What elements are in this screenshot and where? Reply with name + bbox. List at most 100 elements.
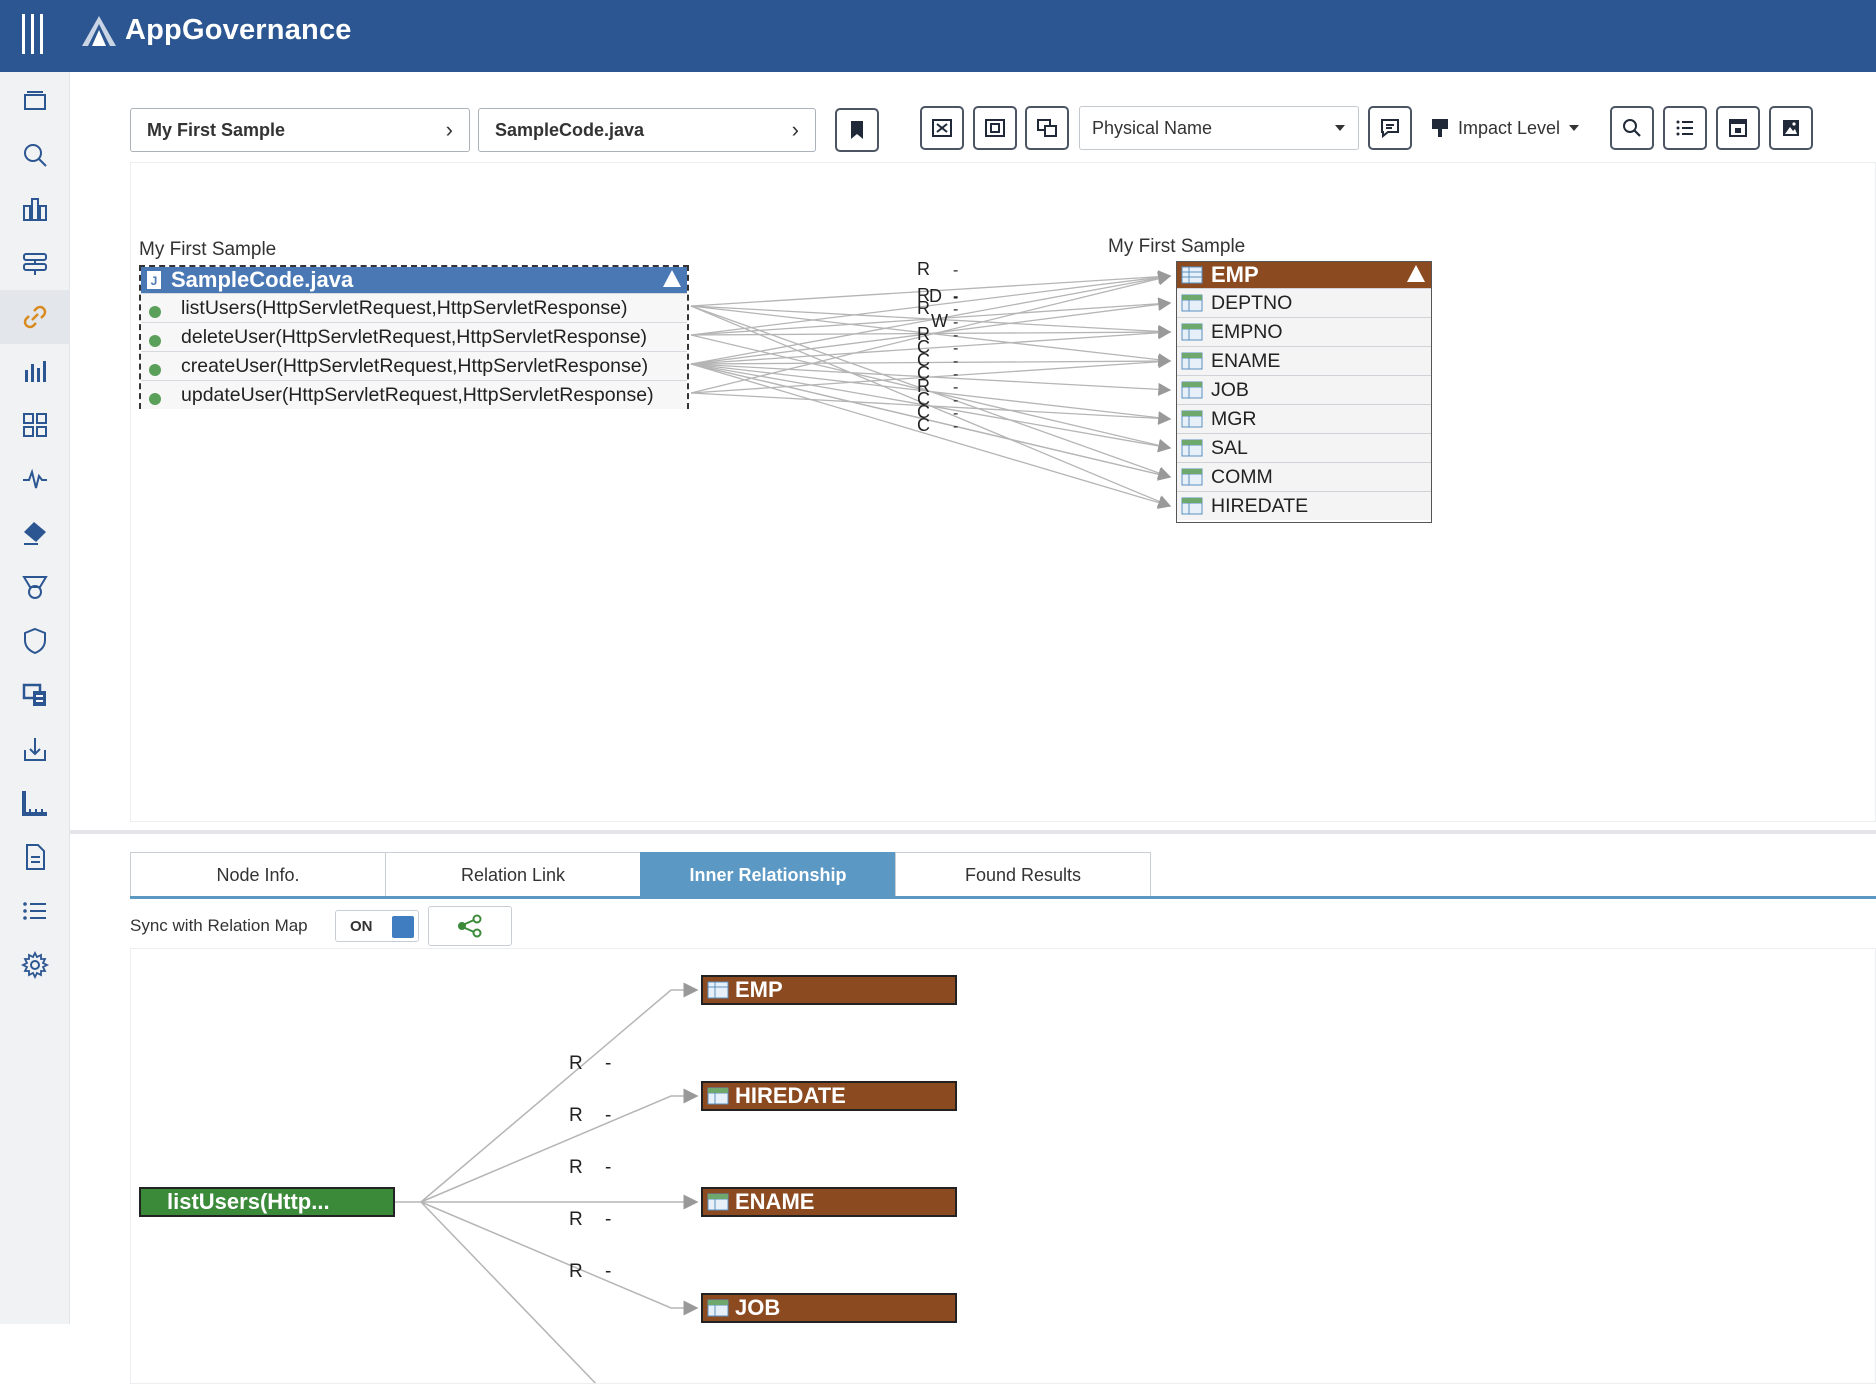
method-row-listusers[interactable]: listUsers(HttpServletRequest,HttpServlet…	[141, 293, 687, 322]
java-node-header[interactable]: J SampleCode.java	[141, 267, 687, 293]
breadcrumb-project[interactable]: My First Sample ›	[130, 108, 470, 152]
inner-link-line[interactable]	[420, 982, 699, 1203]
column-row[interactable]: EMPNO	[1177, 317, 1431, 346]
fit-view-button[interactable]	[920, 106, 964, 150]
breadcrumb-project-label: My First Sample	[147, 119, 286, 140]
impact-level-dropdown[interactable]: Impact Level	[1430, 106, 1580, 150]
column-row[interactable]: HIREDATE	[1177, 491, 1431, 520]
relation-link-line[interactable]	[690, 363, 1172, 425]
comment-button[interactable]	[1368, 106, 1412, 150]
relation-link-line[interactable]	[690, 305, 1172, 508]
method-dot-icon	[149, 335, 161, 347]
relation-link-line[interactable]	[690, 297, 1172, 336]
inner-link-line[interactable]	[420, 1088, 699, 1203]
relation-link-line[interactable]	[690, 305, 1172, 480]
tab-label: Found Results	[964, 864, 1082, 885]
sidebar-item-chart[interactable]	[0, 344, 70, 398]
inner-relationship-canvas[interactable]: listUsers(Http... EMP HIREDATE ENAME JOB…	[130, 948, 1876, 1384]
relation-link-line[interactable]	[690, 363, 1172, 396]
sidebar-item-medal[interactable]	[0, 560, 70, 614]
target-node-emp[interactable]: EMP	[701, 975, 957, 1005]
sync-toggle[interactable]: ON	[335, 910, 419, 942]
relation-link-line[interactable]	[690, 363, 1172, 509]
relation-link-line[interactable]	[690, 271, 1172, 365]
column-icon	[1181, 381, 1203, 399]
relation-link-line[interactable]	[690, 363, 1172, 481]
column-row[interactable]: SAL	[1177, 433, 1431, 462]
link-access-label: D	[929, 286, 942, 306]
name-type-select[interactable]: Physical Name	[1079, 106, 1359, 150]
relation-link-line[interactable]	[690, 272, 1172, 394]
column-row[interactable]: JOB	[1177, 375, 1431, 404]
relation-link-line[interactable]	[690, 270, 1172, 336]
tab-inner-relationship[interactable]: Inner Relationship	[640, 852, 896, 898]
collapse-triangle-icon[interactable]	[1407, 265, 1425, 282]
target-node-ename[interactable]: ENAME	[701, 1187, 957, 1217]
column-row[interactable]: COMM	[1177, 462, 1431, 491]
sidebar-item-search[interactable]	[0, 128, 70, 182]
relation-link-line[interactable]	[690, 326, 1172, 365]
relation-link-line[interactable]	[690, 305, 1172, 367]
main-panel: My First Sample › SampleCode.java › Phys…	[70, 72, 1876, 1384]
breadcrumb-file[interactable]: SampleCode.java ›	[478, 108, 816, 152]
fit-screen-icon	[932, 119, 952, 137]
search-button[interactable]	[1610, 106, 1654, 150]
sidebar-item-screens[interactable]	[0, 668, 70, 722]
window-button[interactable]	[1716, 106, 1760, 150]
sidebar-item-layers[interactable]	[0, 74, 70, 128]
inner-link-line[interactable]	[420, 1201, 699, 1316]
sidebar-item-download[interactable]	[0, 722, 70, 776]
target-node-job[interactable]: JOB	[701, 1293, 957, 1323]
method-dot-icon	[149, 364, 161, 376]
sidebar-item-eraser[interactable]	[0, 506, 70, 560]
export-image-button[interactable]	[1769, 106, 1813, 150]
panel-splitter[interactable]	[70, 830, 1876, 834]
sidebar-item-columns[interactable]	[0, 182, 70, 236]
sidebar-item-document[interactable]	[0, 830, 70, 884]
list-view-button[interactable]	[1663, 106, 1707, 150]
tab-relation-link[interactable]: Relation Link	[385, 852, 641, 898]
relation-link-line[interactable]	[690, 392, 1172, 425]
relation-link-line[interactable]	[690, 305, 1172, 338]
relation-link-line[interactable]	[690, 270, 1172, 307]
relation-link-line[interactable]	[690, 298, 1172, 365]
hamburger-menu-icon[interactable]	[22, 14, 44, 54]
sidebar-item-shield[interactable]	[0, 614, 70, 668]
relation-link-line[interactable]	[690, 334, 1172, 452]
table-node-emp[interactable]: EMP DEPTNO EMPNO ENAME JOB MGR SAL COMM …	[1176, 261, 1432, 523]
tab-label: Node Info.	[216, 864, 300, 885]
sidebar-item-grid[interactable]	[0, 398, 70, 452]
relation-link-line[interactable]	[690, 354, 1172, 368]
bookmark-button[interactable]	[835, 108, 879, 152]
method-row-createuser[interactable]: createUser(HttpServletRequest,HttpServle…	[141, 351, 687, 380]
overview-button[interactable]	[1025, 106, 1069, 150]
sidebar-item-pulse[interactable]	[0, 452, 70, 506]
actual-size-button[interactable]	[973, 106, 1017, 150]
java-file-node[interactable]: J SampleCode.java listUsers(HttpServletR…	[139, 265, 689, 409]
method-dot-icon	[149, 306, 161, 318]
sidebar-item-servers[interactable]	[0, 236, 70, 290]
relation-link-line[interactable]	[690, 363, 1172, 481]
column-row[interactable]: MGR	[1177, 404, 1431, 433]
method-row-deleteuser[interactable]: deleteUser(HttpServletRequest,HttpServle…	[141, 322, 687, 351]
column-row[interactable]: ENAME	[1177, 346, 1431, 375]
table-node-header[interactable]: EMP	[1177, 262, 1431, 288]
collapse-triangle-icon[interactable]	[663, 270, 681, 287]
tab-found-results[interactable]: Found Results	[895, 852, 1151, 898]
target-node-hiredate[interactable]: HIREDATE	[701, 1081, 957, 1111]
relation-link-line[interactable]	[690, 355, 1172, 394]
edge-dash-label: -	[605, 1105, 612, 1126]
sidebar-item-settings[interactable]	[0, 938, 70, 992]
column-row[interactable]: DEPTNO	[1177, 288, 1431, 317]
relation-link-line[interactable]	[690, 363, 1172, 453]
link-dash-label: -	[953, 379, 958, 396]
relation-map-canvas[interactable]: R-D-R-R-W-R-C-C-C-R-C-C-C- My First Samp…	[130, 162, 1876, 822]
relation-link-line[interactable]	[690, 325, 1172, 339]
sidebar-item-relation[interactable]	[0, 290, 70, 344]
method-row-updateuser[interactable]: updateUser(HttpServletRequest,HttpServle…	[141, 380, 687, 409]
sidebar-item-ruler[interactable]	[0, 776, 70, 830]
source-method-node[interactable]: listUsers(Http...	[139, 1187, 395, 1217]
tab-node-info[interactable]: Node Info.	[130, 852, 386, 898]
sidebar-item-list[interactable]	[0, 884, 70, 938]
share-button[interactable]	[428, 906, 512, 946]
